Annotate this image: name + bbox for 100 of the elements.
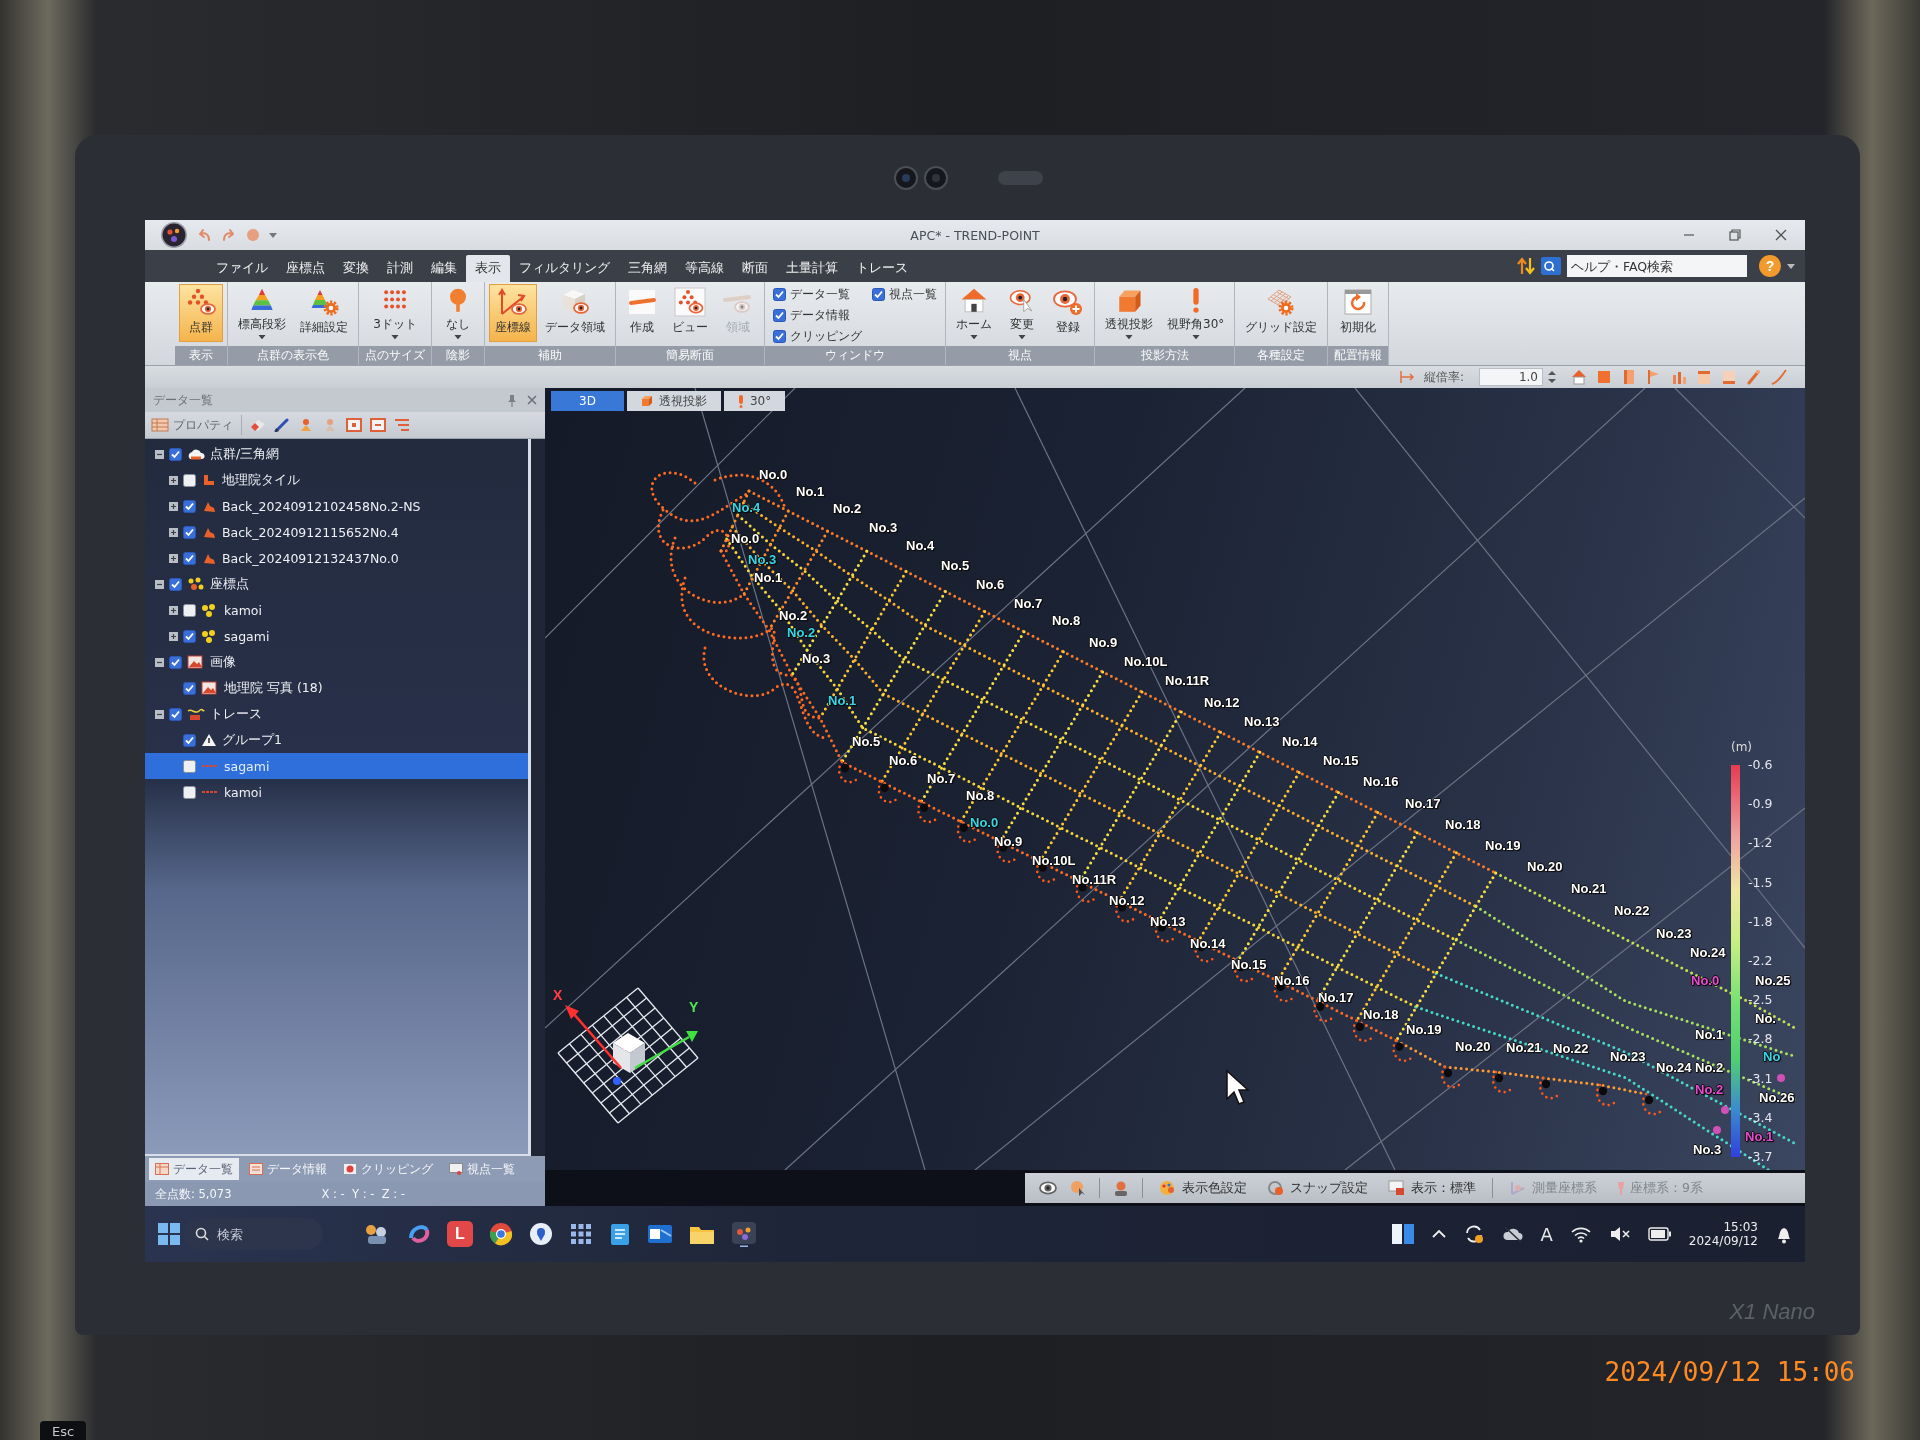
checkbox-icon[interactable] xyxy=(872,288,885,301)
help-search-field[interactable]: ヘルプ・FAQ検索 xyxy=(1567,255,1747,277)
wifi-icon[interactable] xyxy=(1569,1225,1592,1243)
status-button[interactable]: 表示色設定 xyxy=(1155,1179,1251,1197)
checkbox-icon[interactable] xyxy=(169,655,182,669)
checkbox-icon[interactable] xyxy=(183,733,196,747)
notepad-icon[interactable] xyxy=(609,1222,631,1246)
close-icon[interactable] xyxy=(527,395,537,405)
tree-item[interactable]: kamoi xyxy=(145,779,528,805)
checkbox-icon[interactable] xyxy=(183,629,196,643)
view-tab[interactable]: 3D xyxy=(551,391,624,411)
app-logo-icon[interactable] xyxy=(161,222,187,248)
ribbon-button[interactable]: なし xyxy=(436,284,480,342)
menu-tab[interactable]: 編集 xyxy=(422,255,466,282)
square-icon[interactable] xyxy=(370,418,386,432)
spin-icon[interactable] xyxy=(1548,370,1556,384)
plus-box-icon[interactable] xyxy=(169,527,178,537)
view-tab[interactable]: 30° xyxy=(723,391,786,411)
checkbox-icon[interactable] xyxy=(183,785,196,799)
window-checkbox[interactable]: データ一覧 xyxy=(773,286,862,303)
browser-icon[interactable] xyxy=(489,1222,513,1246)
menu-tab[interactable]: フィルタリング xyxy=(510,255,619,282)
person-icon[interactable] xyxy=(1112,1180,1130,1196)
tree-item[interactable]: sagami xyxy=(145,753,528,779)
pen-icon[interactable] xyxy=(274,418,290,432)
ribbon-button[interactable]: 3ドット xyxy=(367,284,423,342)
view-tab[interactable]: 透視投影 xyxy=(626,391,721,411)
ribbon-button[interactable]: 座標線 xyxy=(489,284,537,342)
tiles-icon[interactable] xyxy=(1390,1222,1415,1246)
plus-box-icon[interactable] xyxy=(169,553,178,563)
tree-item[interactable]: 地理院タイル xyxy=(145,467,528,493)
pointer-icon[interactable] xyxy=(1069,1180,1087,1196)
restore-icon[interactable] xyxy=(1729,229,1741,241)
window-checkbox[interactable]: データ情報 xyxy=(773,307,862,324)
checkbox-icon[interactable] xyxy=(773,330,786,343)
ribbon-button[interactable]: 透視投影 xyxy=(1099,284,1159,342)
speaker-muted-icon[interactable] xyxy=(1608,1225,1631,1243)
tree-item[interactable]: 地理院 写真 (18) xyxy=(145,675,528,701)
ribbon-button[interactable]: グリッド設定 xyxy=(1239,284,1324,342)
properties-button[interactable]: プロパティ xyxy=(151,415,242,435)
ribbon-button[interactable]: データ領域 xyxy=(539,284,611,342)
battery-icon[interactable] xyxy=(1647,1227,1672,1241)
minus-box-icon[interactable] xyxy=(155,709,164,719)
menu-tab[interactable]: 計測 xyxy=(378,255,422,282)
menu-tab[interactable]: トレース xyxy=(847,255,917,282)
ribbon-button[interactable]: 登録 xyxy=(1046,284,1090,342)
tree-item[interactable]: 画像 xyxy=(145,649,528,675)
menu-tab[interactable]: 変換 xyxy=(334,255,378,282)
checkbox-icon[interactable] xyxy=(183,759,196,773)
menu-tab[interactable]: 等高線 xyxy=(676,255,733,282)
tree-item[interactable]: Back_20240912102458No.2-NS xyxy=(145,493,528,519)
scale-field[interactable]: 1.0 xyxy=(1479,368,1543,386)
ribbon-button[interactable]: 点群 xyxy=(179,284,223,342)
square-icon[interactable] xyxy=(346,418,362,432)
status-button[interactable]: スナップ設定 xyxy=(1263,1179,1372,1197)
window-checkbox[interactable]: 視点一覧 xyxy=(872,286,937,303)
ribbon-button[interactable]: 詳細設定 xyxy=(294,284,354,342)
magnifier-tile-icon[interactable] xyxy=(1541,257,1561,275)
clock-date[interactable]: 2024/09/12 xyxy=(1688,1234,1758,1248)
sort-arrows-icon[interactable] xyxy=(1517,257,1535,275)
checkbox-icon[interactable] xyxy=(773,288,786,301)
plus-box-icon[interactable] xyxy=(169,631,178,641)
eraser-icon[interactable] xyxy=(250,418,266,432)
menu-tab[interactable]: 表示 xyxy=(466,255,510,282)
tree-item[interactable]: トレース xyxy=(145,701,528,727)
windows-icon[interactable] xyxy=(157,1222,181,1246)
ribbon-button[interactable]: 視野角30° xyxy=(1161,284,1231,342)
3d-view[interactable] xyxy=(545,388,1805,1170)
taskbar-search-field[interactable]: 検索 xyxy=(183,1218,323,1250)
plus-box-icon[interactable] xyxy=(169,605,178,615)
tree-item[interactable]: 点群/三角網 xyxy=(145,441,528,467)
checkbox-icon[interactable] xyxy=(183,499,196,513)
checkbox-icon[interactable] xyxy=(183,603,196,617)
status-button[interactable]: 表示：標準 xyxy=(1384,1179,1480,1197)
plus-box-icon[interactable] xyxy=(169,501,178,511)
cloud-off-icon[interactable] xyxy=(1501,1225,1524,1243)
tree-item[interactable]: Back_20240912132437No.0 xyxy=(145,545,528,571)
ribbon-button[interactable]: 標高段彩 xyxy=(232,284,292,342)
window-checkbox[interactable]: クリッピング xyxy=(773,328,862,345)
mail-icon[interactable] xyxy=(647,1222,673,1246)
app-icon[interactable] xyxy=(731,1221,757,1247)
tree-item[interactable]: Back_20240912115652No.4 xyxy=(145,519,528,545)
clock-time[interactable]: 15:03 xyxy=(1723,1220,1758,1234)
chevron-up-icon[interactable] xyxy=(1431,1229,1446,1239)
checkbox-icon[interactable] xyxy=(169,707,182,721)
checkbox-icon[interactable] xyxy=(169,447,182,461)
close-icon[interactable] xyxy=(1775,229,1787,241)
menu-tab[interactable]: ファイル xyxy=(207,255,277,282)
checkbox-icon[interactable] xyxy=(183,551,196,565)
checkbox-icon[interactable] xyxy=(169,577,182,591)
eye-icon[interactable] xyxy=(1039,1181,1057,1195)
menu-tab[interactable]: 断面 xyxy=(733,255,777,282)
input-mode-indicator[interactable]: A xyxy=(1540,1223,1553,1245)
ribbon-button[interactable]: 作成 xyxy=(620,284,664,342)
swirl-icon[interactable] xyxy=(407,1222,431,1246)
ribbon-button[interactable]: 変更 xyxy=(1000,284,1044,342)
ribbon-button[interactable]: ホーム xyxy=(950,284,998,342)
tree-item[interactable]: 座標点 xyxy=(145,571,528,597)
tree-item[interactable]: sagami xyxy=(145,623,528,649)
panel-tab[interactable]: データ一覧 xyxy=(149,1158,239,1180)
